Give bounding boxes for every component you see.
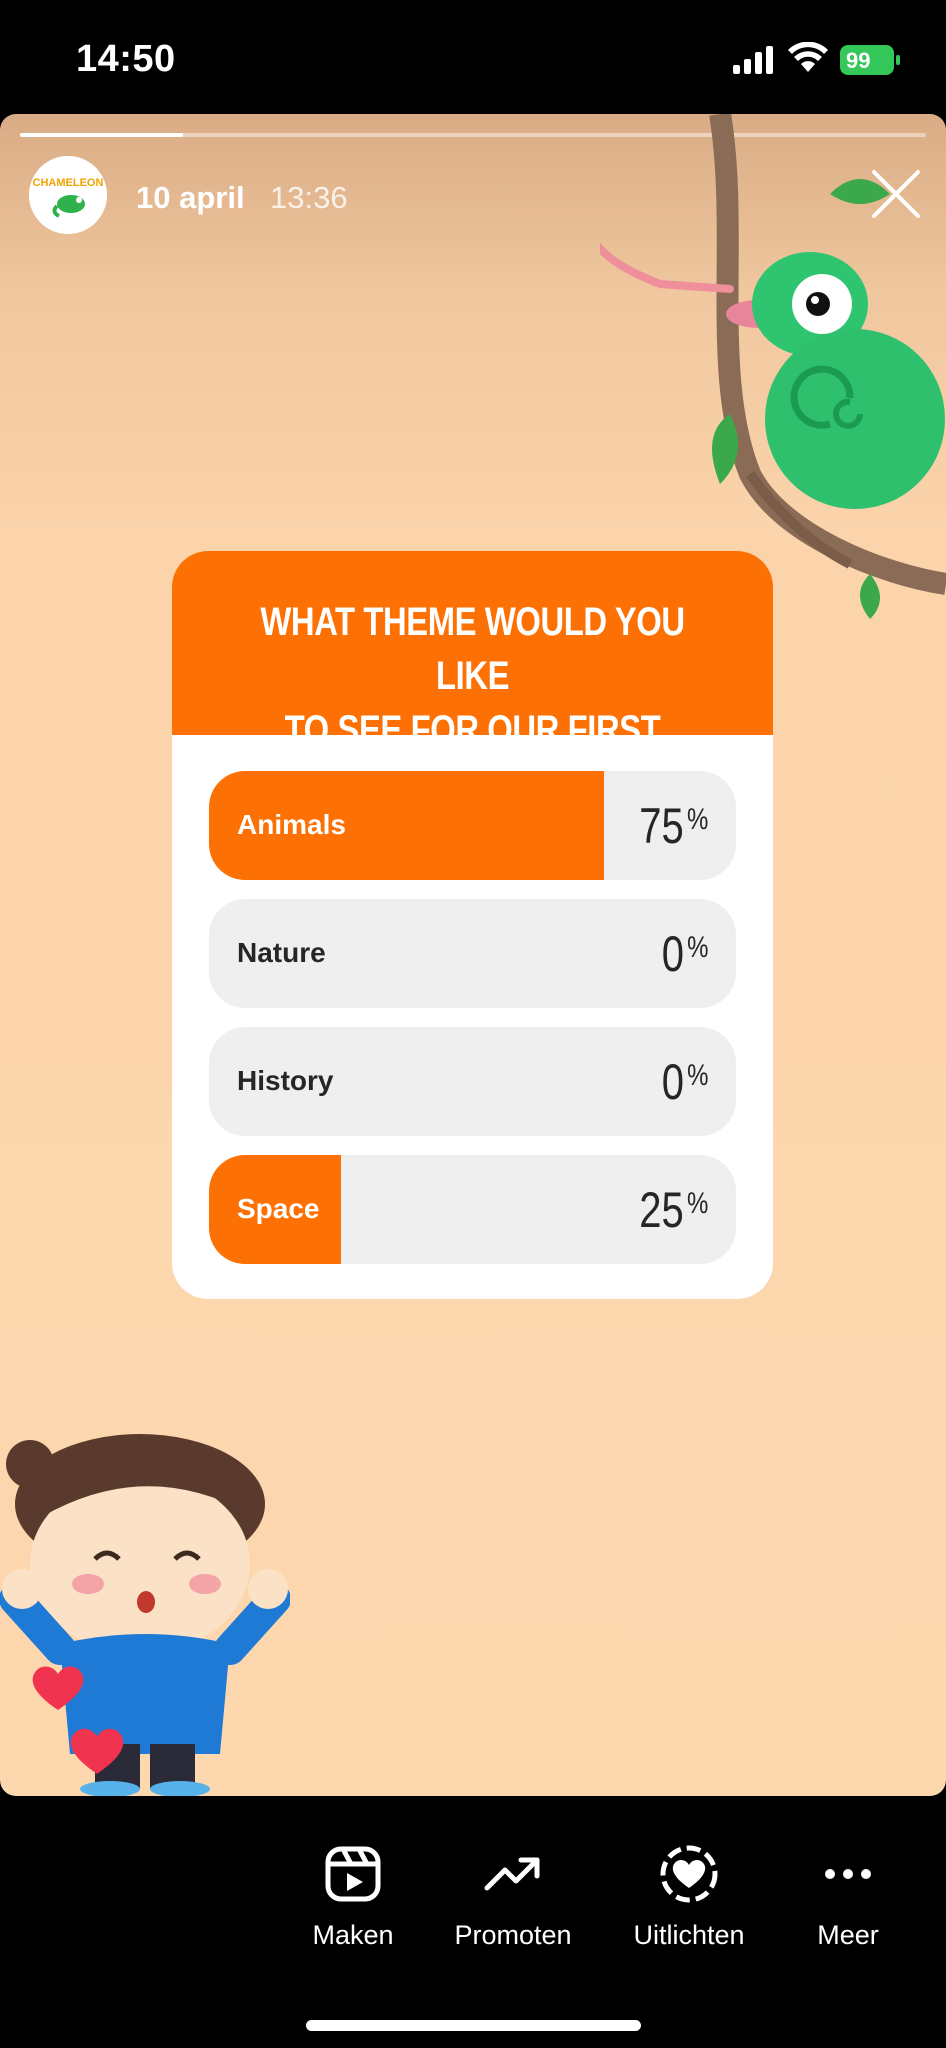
poll-option-label: Animals [237,809,346,840]
poll-option-space[interactable]: Space 25% [209,1155,736,1264]
heart-icon [70,1728,124,1774]
home-indicator[interactable] [306,2020,641,2031]
status-time: 14:50 [76,38,176,80]
trending-up-icon [484,1857,540,1891]
kid-illustration [0,1434,290,1796]
poll-sticker: WHAT THEME WOULD YOU LIKE TO SEE FOR OUR… [172,551,773,1299]
highlight-button[interactable]: Uitlichten [609,1796,769,1950]
reels-icon [325,1846,381,1902]
more-button[interactable]: Meer [768,1796,928,1950]
poll-option-percent: 75% [638,798,708,854]
poll-option-label: Space [237,1193,320,1224]
create-button[interactable]: Maken [273,1796,433,1950]
story-time: 13:36 [270,180,348,215]
poll-header: WHAT THEME WOULD YOU LIKE TO SEE FOR OUR… [172,551,773,806]
poll-option-animals[interactable]: Animals 75% [209,771,736,880]
story-action-bar: Maken Promoten Uitlichten Meer [0,1796,946,2048]
highlight-heart-icon [660,1845,718,1903]
more-icon [825,1869,871,1879]
story-progress-fill [20,133,184,137]
poll-option-label: History [237,1065,334,1096]
chameleon-logo-icon: CHAMELEON [29,156,107,234]
account-avatar[interactable]: CHAMELEON [29,156,107,234]
create-label: Maken [312,1920,394,1950]
more-label: Meer [817,1920,879,1950]
poll-option-history[interactable]: History 0% [209,1027,736,1136]
story-date: 10 april [136,180,245,215]
battery-level: 99 [846,48,871,73]
promote-label: Promoten [454,1920,572,1950]
cellular-signal-icon [733,46,773,74]
poll-option-label: Nature [237,937,326,968]
poll-option-percent: 0% [661,926,708,982]
poll-option-percent: 0% [661,1054,708,1110]
wifi-icon [788,42,828,72]
promote-button[interactable]: Promoten [433,1796,593,1950]
status-bar: 14:50 99 [0,0,946,114]
poll-option-percent: 25% [638,1182,708,1238]
story-viewer[interactable]: CHAMELEON 10 april 13:36 WHAT THEME WOUL… [0,114,946,1796]
heart-icon [32,1666,84,1710]
svg-text:CHAMELEON: CHAMELEON [33,177,104,189]
highlight-label: Uitlichten [633,1920,745,1950]
poll-option-nature[interactable]: Nature 0% [209,899,736,1008]
